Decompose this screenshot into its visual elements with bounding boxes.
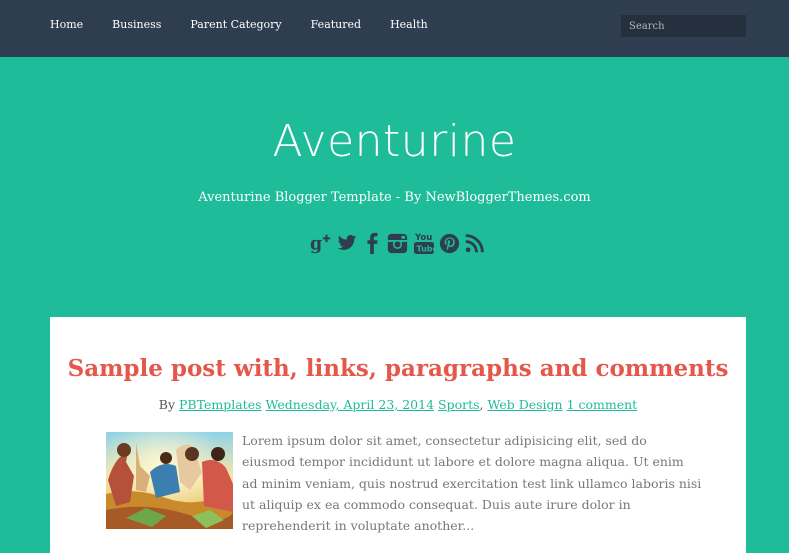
- post-meta-separator: ,: [479, 397, 484, 412]
- svg-text:Tube: Tube: [416, 245, 434, 254]
- site-title[interactable]: Aventurine: [0, 116, 789, 167]
- instagram-icon[interactable]: [387, 232, 409, 254]
- top-navigation-bar: Home Business Parent Category Featured H…: [0, 0, 789, 57]
- post-excerpt: Lorem ipsum dolor sit amet, consectetur …: [242, 433, 702, 534]
- post-date-link[interactable]: Wednesday, April 23, 2014: [266, 397, 435, 412]
- post-title[interactable]: Sample post with, links, paragraphs and …: [50, 355, 746, 382]
- social-icons: g You Tube: [310, 230, 486, 256]
- post-card: Sample post with, links, paragraphs and …: [50, 317, 746, 553]
- nav-item-home[interactable]: Home: [50, 18, 83, 31]
- post-category-sports[interactable]: Sports: [438, 397, 480, 412]
- nav-item-business[interactable]: Business: [112, 18, 161, 31]
- youtube-icon[interactable]: You Tube: [413, 232, 435, 254]
- post-category-web-design[interactable]: Web Design: [488, 397, 563, 412]
- svg-text:g: g: [310, 234, 322, 254]
- post-author-link[interactable]: PBTemplates: [179, 397, 262, 412]
- main-menu: Home Business Parent Category Featured H…: [50, 0, 457, 48]
- google-plus-icon[interactable]: g: [310, 232, 332, 254]
- nav-item-health[interactable]: Health: [390, 18, 428, 31]
- nav-item-parent-category[interactable]: Parent Category: [190, 18, 281, 31]
- post-meta-by: By: [158, 397, 176, 412]
- twitter-icon[interactable]: [336, 232, 358, 254]
- post-thumbnail[interactable]: [106, 432, 233, 529]
- facebook-icon[interactable]: [361, 232, 383, 254]
- svg-text:You: You: [414, 233, 432, 243]
- search-input[interactable]: [621, 15, 746, 37]
- post-comments-link[interactable]: 1 comment: [567, 397, 638, 412]
- post-meta: By PBTemplates Wednesday, April 23, 2014…: [50, 397, 746, 412]
- rss-icon[interactable]: [464, 232, 486, 254]
- pinterest-icon[interactable]: [438, 232, 460, 254]
- site-tagline: Aventurine Blogger Template - By NewBlog…: [198, 190, 591, 205]
- nav-item-featured[interactable]: Featured: [311, 18, 361, 31]
